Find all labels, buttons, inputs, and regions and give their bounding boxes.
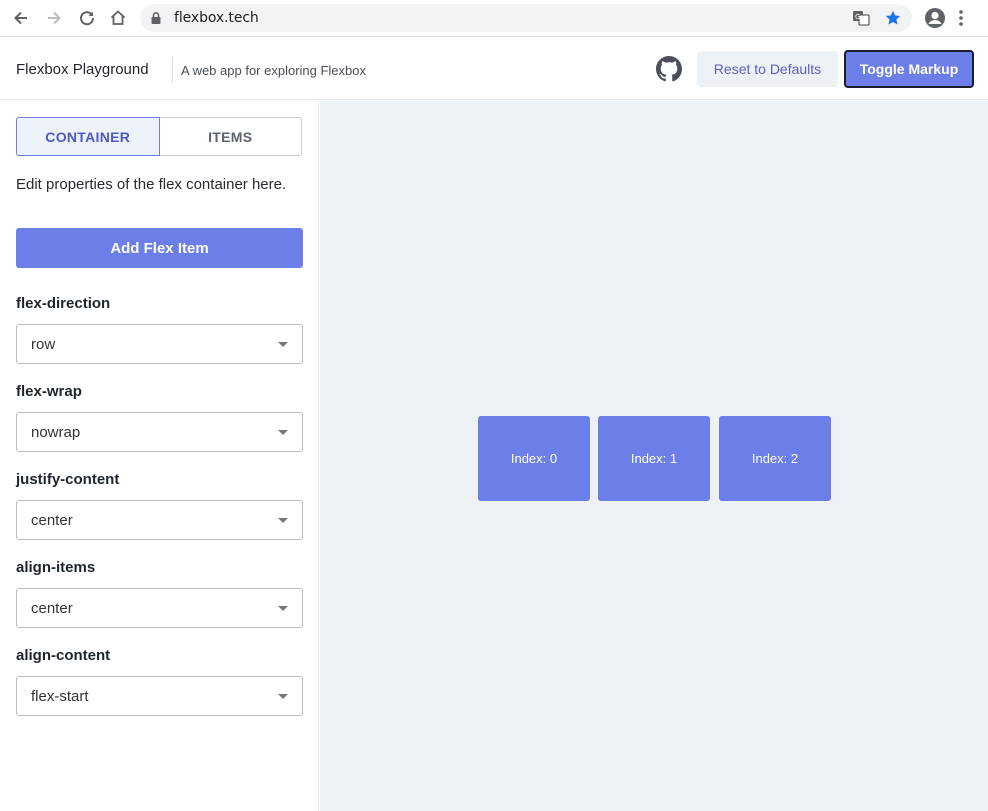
profile-avatar-icon[interactable] [924, 7, 946, 34]
justify-content-value: center [31, 512, 73, 529]
tab-group: CONTAINER ITEMS [16, 117, 302, 156]
tab-items[interactable]: ITEMS [159, 117, 302, 156]
forward-arrow-icon[interactable] [42, 6, 66, 30]
chevron-down-icon [278, 342, 288, 347]
justify-content-label: justify-content [16, 471, 120, 488]
align-items-value: center [31, 600, 73, 617]
align-items-select[interactable]: center [16, 588, 303, 628]
toggle-markup-button[interactable]: Toggle Markup [844, 50, 974, 88]
align-content-value: flex-start [31, 688, 89, 705]
add-flex-item-button[interactable]: Add Flex Item [16, 228, 303, 268]
flex-direction-label: flex-direction [16, 295, 111, 312]
url-text: flexbox.tech [174, 10, 259, 26]
align-content-select[interactable]: flex-start [16, 676, 303, 716]
reload-icon[interactable] [75, 6, 99, 30]
address-bar[interactable]: flexbox.tech G [140, 4, 912, 32]
sidebar: CONTAINER ITEMS Edit properties of the f… [0, 101, 319, 811]
tab-container[interactable]: CONTAINER [16, 117, 160, 156]
flex-direction-value: row [31, 336, 56, 353]
chevron-down-icon [278, 430, 288, 435]
bookmark-star-icon[interactable] [884, 9, 902, 32]
reset-to-defaults-button[interactable]: Reset to Defaults [697, 51, 838, 87]
back-arrow-icon[interactable] [9, 6, 33, 30]
flex-item[interactable]: Index: 1 [598, 416, 710, 501]
sidebar-description: Edit properties of the flex container he… [16, 176, 287, 193]
flex-wrap-select[interactable]: nowrap [16, 412, 303, 452]
align-content-label: align-content [16, 647, 111, 664]
flex-preview-area: Index: 0 Index: 1 Index: 2 [320, 101, 988, 811]
chevron-down-icon [278, 694, 288, 699]
flex-item[interactable]: Index: 0 [478, 416, 590, 501]
chevron-down-icon [278, 518, 288, 523]
justify-content-select[interactable]: center [16, 500, 303, 540]
github-icon[interactable] [656, 56, 682, 87]
flex-wrap-value: nowrap [31, 424, 81, 441]
app-header: Flexbox Playground A web app for explori… [0, 37, 988, 100]
align-items-label: align-items [16, 559, 96, 576]
header-divider [172, 57, 173, 83]
app-title: Flexbox Playground [16, 61, 149, 78]
lock-icon [150, 11, 162, 30]
translate-icon[interactable]: G [852, 9, 870, 32]
flex-item[interactable]: Index: 2 [719, 416, 831, 501]
browser-toolbar: flexbox.tech G [0, 0, 988, 37]
flex-wrap-label: flex-wrap [16, 383, 82, 400]
flex-direction-select[interactable]: row [16, 324, 303, 364]
chevron-down-icon [278, 606, 288, 611]
browser-menu-icon[interactable] [958, 7, 964, 34]
home-icon[interactable] [106, 6, 130, 30]
app-subtitle: A web app for exploring Flexbox [181, 63, 366, 78]
svg-text:G: G [855, 13, 860, 21]
